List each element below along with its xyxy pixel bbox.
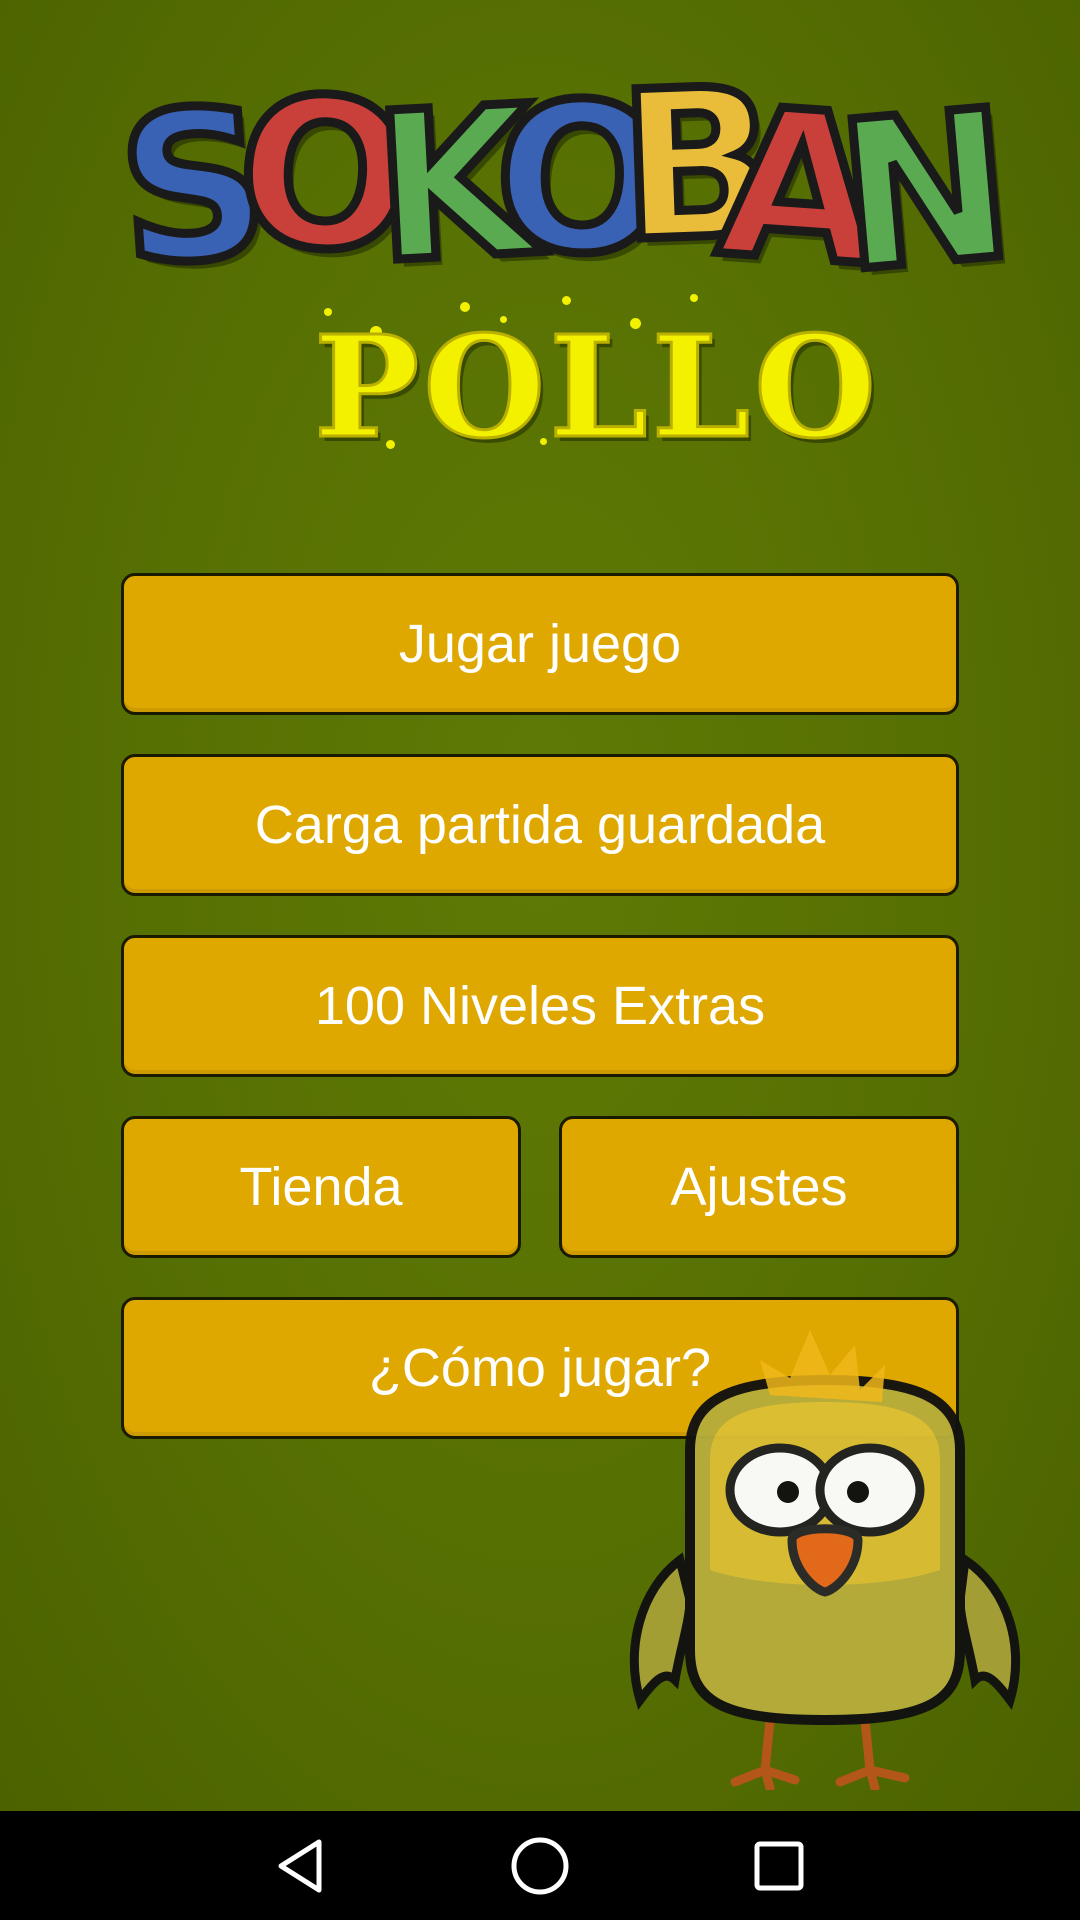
back-button[interactable]	[264, 1829, 338, 1903]
play-game-button[interactable]: Jugar juego	[121, 573, 959, 715]
load-saved-game-button[interactable]: Carga partida guardada	[121, 754, 959, 896]
shop-button[interactable]: Tienda	[121, 1116, 521, 1258]
paint-splat	[562, 296, 571, 305]
game-logo-title: S O K O B A N	[107, 40, 1026, 323]
recents-button[interactable]	[742, 1829, 816, 1903]
chick-mascot-icon	[629, 1330, 1021, 1790]
home-button[interactable]	[503, 1829, 577, 1903]
main-menu-screen: S O K O B A N POLLO Jugar juego Carga pa…	[0, 0, 1080, 1811]
extra-levels-button[interactable]: 100 Niveles Extras	[121, 935, 959, 1077]
back-triangle-icon	[278, 1839, 322, 1893]
settings-button[interactable]: Ajustes	[559, 1116, 959, 1258]
home-circle-icon	[511, 1837, 569, 1895]
logo-letter: N	[825, 61, 1026, 322]
recents-square-icon	[754, 1841, 804, 1891]
game-logo-subtitle: POLLO	[300, 290, 878, 460]
system-navigation-bar	[0, 1811, 1080, 1920]
logo-subtitle-text: POLLO	[312, 306, 881, 470]
paint-splat	[690, 294, 698, 302]
